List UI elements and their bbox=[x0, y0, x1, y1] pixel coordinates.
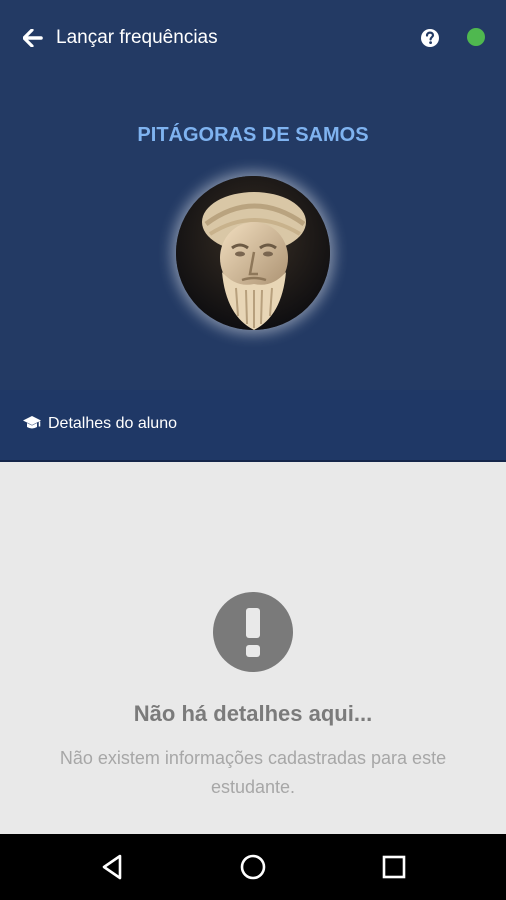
student-details-label: Detalhes do aluno bbox=[48, 415, 177, 432]
profile-header: Lançar frequências PITÁGORAS DE SAMOS De… bbox=[0, 0, 506, 462]
graduation-cap-icon bbox=[23, 416, 41, 429]
system-navigation-bar bbox=[0, 834, 506, 900]
question-circle-icon bbox=[421, 29, 439, 47]
student-name: PITÁGORAS DE SAMOS bbox=[137, 124, 369, 146]
empty-state: Não há detalhes aqui... Não existem info… bbox=[0, 462, 506, 834]
app-bar: Lançar frequências bbox=[0, 0, 506, 76]
nav-home-icon[interactable] bbox=[238, 852, 268, 882]
student-avatar[interactable] bbox=[176, 176, 330, 330]
page-title: Lançar frequências bbox=[56, 27, 218, 48]
arrow-left-icon bbox=[23, 29, 43, 47]
nav-back-icon[interactable] bbox=[98, 852, 128, 882]
exclamation-circle-icon bbox=[213, 592, 293, 672]
empty-state-description: Não existem informações cadastradas para… bbox=[59, 748, 447, 797]
student-details-bar[interactable]: Detalhes do aluno bbox=[0, 390, 506, 460]
back-button[interactable] bbox=[20, 26, 46, 50]
pythagoras-bust-photo bbox=[176, 176, 330, 330]
help-button[interactable] bbox=[419, 27, 441, 49]
empty-state-title: Não há detalhes aqui... bbox=[133, 701, 373, 726]
online-status-indicator bbox=[467, 28, 485, 46]
nav-recents-icon[interactable] bbox=[379, 852, 409, 882]
